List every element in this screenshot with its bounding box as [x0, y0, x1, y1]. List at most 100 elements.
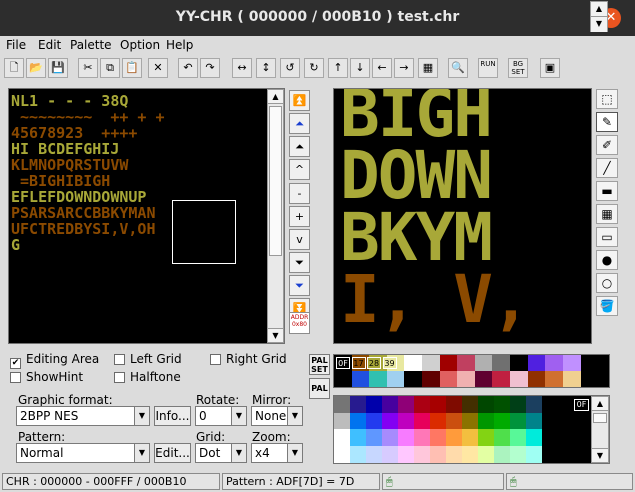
- select-tool-icon[interactable]: ⬚: [596, 89, 618, 109]
- palette-swatch[interactable]: [422, 371, 441, 387]
- current-palette[interactable]: 0F 17 28 39: [333, 354, 610, 388]
- menu-file[interactable]: File: [6, 38, 26, 52]
- system-color-swatch[interactable]: [350, 429, 367, 446]
- system-color-swatch[interactable]: [494, 429, 511, 446]
- system-color-swatch[interactable]: [558, 445, 575, 463]
- system-color-swatch[interactable]: [398, 396, 415, 413]
- system-color-swatch[interactable]: [382, 412, 399, 430]
- pattern-select[interactable]: Normal ▼: [16, 443, 150, 463]
- system-color-swatch[interactable]: [526, 412, 543, 430]
- palette-swatch[interactable]: [474, 371, 493, 387]
- system-color-swatch[interactable]: [526, 445, 543, 463]
- undo-icon[interactable]: ↶: [178, 58, 198, 78]
- page-up-button[interactable]: ⏶: [289, 136, 310, 157]
- system-color-swatch[interactable]: [478, 396, 495, 413]
- system-color-swatch[interactable]: [462, 396, 479, 413]
- system-color-swatch[interactable]: [366, 445, 383, 463]
- palette-swatch[interactable]: [527, 371, 546, 387]
- system-color-swatch[interactable]: [574, 412, 591, 430]
- system-color-swatch[interactable]: [414, 396, 431, 413]
- new-file-icon[interactable]: 🗋: [4, 58, 24, 78]
- palette-swatch[interactable]: [457, 371, 476, 387]
- info-button[interactable]: Info...: [154, 406, 191, 426]
- system-color-swatch[interactable]: [398, 445, 415, 463]
- bookmark-icon[interactable]: ▣: [540, 58, 560, 78]
- system-color-swatch[interactable]: [430, 445, 447, 463]
- system-color-swatch[interactable]: [334, 396, 351, 413]
- system-color-swatch[interactable]: [542, 445, 559, 463]
- system-color-swatch[interactable]: [366, 429, 383, 446]
- pal-set-button[interactable]: PAL SET: [309, 354, 330, 375]
- system-color-swatch[interactable]: [366, 412, 383, 430]
- palette-swatch[interactable]: [439, 355, 458, 371]
- system-color-swatch[interactable]: [494, 396, 511, 413]
- palette-swatch[interactable]: [404, 371, 423, 387]
- palette-swatch[interactable]: [474, 355, 493, 371]
- system-color-swatch[interactable]: [510, 429, 527, 446]
- system-color-swatch[interactable]: [510, 412, 527, 430]
- system-color-swatch[interactable]: [350, 396, 367, 413]
- row-up-button[interactable]: ^: [289, 159, 310, 180]
- scroll-thumb[interactable]: [593, 413, 607, 423]
- rect-fill-tool-icon[interactable]: ▬: [596, 181, 618, 201]
- paste-icon[interactable]: 📋: [122, 58, 142, 78]
- tile-view[interactable]: NL1 - - - 38Q ~~~~~~~~ ++ + +45678923 ++…: [8, 88, 285, 344]
- tile-view-scrollbar[interactable]: ▲ ▼: [267, 89, 284, 343]
- circle-fill-tool-icon[interactable]: ●: [596, 250, 618, 270]
- page-down-button[interactable]: ⏷: [289, 252, 310, 273]
- page-up-far-button[interactable]: ⏶: [289, 113, 310, 134]
- system-color-swatch[interactable]: [446, 445, 463, 463]
- palette-swatch[interactable]: [562, 371, 581, 387]
- system-color-swatch[interactable]: [446, 396, 463, 413]
- scroll-up-arrow-icon[interactable]: ▲: [268, 90, 283, 104]
- pattern-tool-icon[interactable]: ▦: [596, 204, 618, 224]
- system-color-swatch[interactable]: [494, 445, 511, 463]
- scroll-top-button[interactable]: ⏫: [289, 90, 310, 111]
- system-color-swatch[interactable]: [430, 429, 447, 446]
- palette-swatch[interactable]: [545, 371, 564, 387]
- system-color-swatch[interactable]: [526, 429, 543, 446]
- palette-swatch[interactable]: [457, 355, 476, 371]
- checkbox-box[interactable]: [114, 354, 125, 365]
- rotate-select[interactable]: 0 ▼: [195, 406, 247, 426]
- system-color-swatch[interactable]: [414, 429, 431, 446]
- palette-swatch[interactable]: [492, 371, 511, 387]
- left-grid-checkbox[interactable]: Left Grid: [114, 352, 182, 366]
- open-file-icon[interactable]: 📂: [26, 58, 46, 78]
- system-color-swatch[interactable]: [462, 429, 479, 446]
- graphic-format-select[interactable]: 2BPP NES ▼: [16, 406, 150, 426]
- color-replace-icon[interactable]: ▦: [418, 58, 438, 78]
- system-color-swatch[interactable]: [414, 412, 431, 430]
- pal-button[interactable]: PAL: [309, 378, 330, 399]
- system-color-swatch[interactable]: [510, 396, 527, 413]
- address-button[interactable]: ADDR 0x80: [289, 312, 310, 334]
- flip-vertical-icon[interactable]: ↕: [256, 58, 276, 78]
- system-color-swatch[interactable]: [382, 445, 399, 463]
- system-color-swatch[interactable]: [542, 412, 559, 430]
- flip-horizontal-icon[interactable]: ↔: [232, 58, 252, 78]
- checkbox-box[interactable]: [210, 354, 221, 365]
- redo-icon[interactable]: ↷: [200, 58, 220, 78]
- pen-tool-icon[interactable]: ✎: [596, 112, 618, 132]
- palette-swatch[interactable]: [351, 371, 370, 387]
- cut-icon[interactable]: ✂: [78, 58, 98, 78]
- scroll-down-arrow-icon[interactable]: ▼: [592, 448, 608, 462]
- line-tool-icon[interactable]: ╱: [596, 158, 618, 178]
- palette-swatch[interactable]: [510, 355, 529, 371]
- checkbox-box[interactable]: ✔: [10, 358, 21, 369]
- system-color-swatch[interactable]: [558, 429, 575, 446]
- palette-swatch[interactable]: [545, 355, 564, 371]
- palette-swatch[interactable]: [422, 355, 441, 371]
- shift-left-icon[interactable]: ←: [372, 58, 392, 78]
- page-down-far-button[interactable]: ⏷: [289, 275, 310, 296]
- system-color-swatch[interactable]: [398, 412, 415, 430]
- system-color-swatch[interactable]: [350, 445, 367, 463]
- system-color-swatch[interactable]: [398, 429, 415, 446]
- system-color-swatch[interactable]: [574, 429, 591, 446]
- zoom-view-icon[interactable]: 🔍: [448, 58, 468, 78]
- system-color-swatch[interactable]: [382, 396, 399, 413]
- checkbox-box[interactable]: [114, 372, 125, 383]
- edit-canvas[interactable]: BIGH DOWN BKYM I, V,: [333, 88, 592, 344]
- scroll-down-arrow-icon[interactable]: ▼: [268, 328, 283, 342]
- palette-swatch[interactable]: [562, 355, 581, 371]
